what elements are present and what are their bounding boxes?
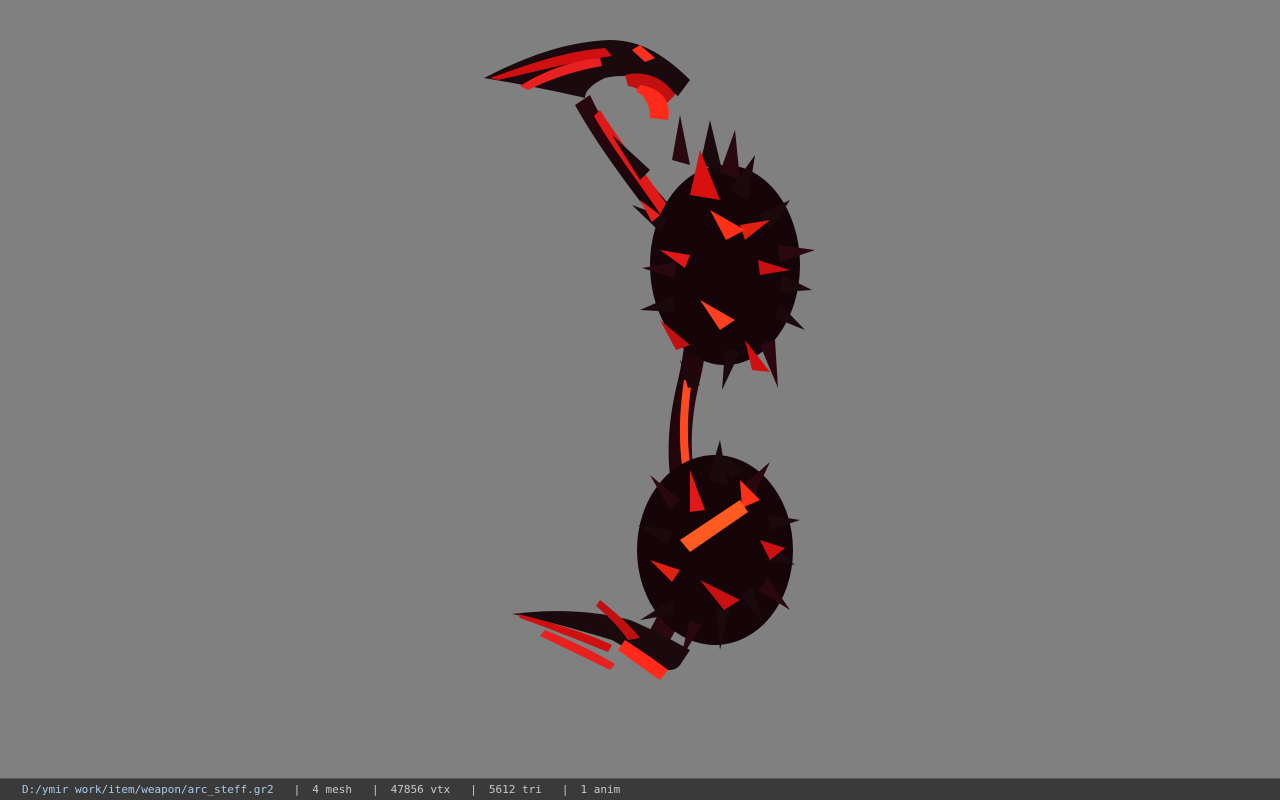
upper-spike-cluster: [612, 115, 815, 390]
3d-viewport[interactable]: [0, 0, 1280, 778]
status-separator: |: [561, 783, 569, 796]
file-path: D:/ymir work/item/weapon/arc_steff.gr2: [22, 783, 274, 796]
triangle-count: 5612 tri: [488, 783, 542, 796]
anim-count: 1 anim: [580, 783, 621, 796]
vertex-count: 47856 vtx: [390, 783, 451, 796]
status-bar: D:/ymir work/item/weapon/arc_steff.gr2 |…: [0, 778, 1280, 800]
mesh-count: 4 mesh: [312, 783, 353, 796]
arc-staff-model: [484, 40, 815, 680]
status-separator: |: [372, 783, 379, 796]
status-separator: |: [293, 783, 301, 796]
status-separator: |: [470, 783, 477, 796]
